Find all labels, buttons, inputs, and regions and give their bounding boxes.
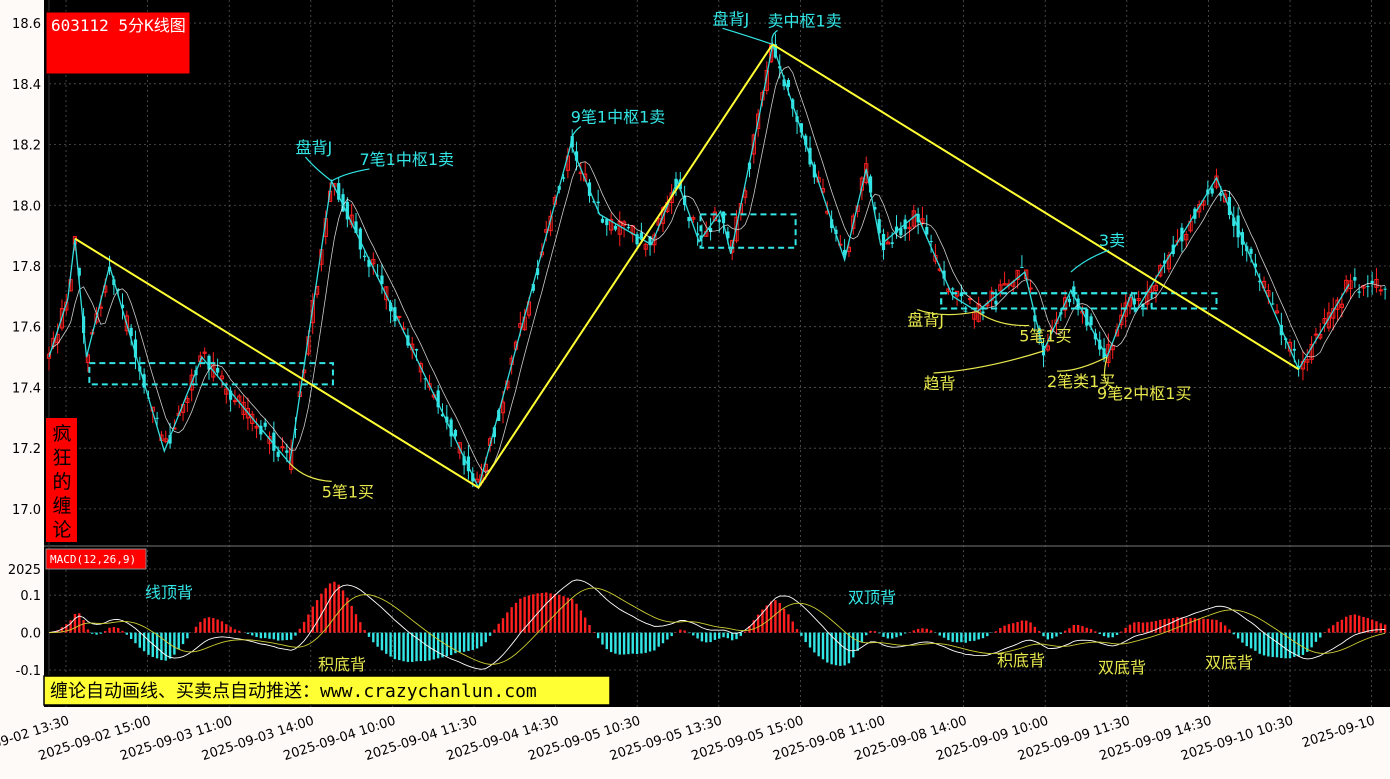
macd-annotation-label: 双顶背 — [848, 588, 896, 607]
candle-body — [1370, 280, 1374, 284]
annotation-label: 9笔1中枢1卖 — [571, 108, 666, 127]
y-tick-label: 18.0 — [12, 199, 41, 214]
macd-annotation-label: 双底背 — [1205, 653, 1253, 672]
annotation-label: 趋背 — [924, 374, 956, 393]
candle-body — [272, 432, 276, 451]
y-tick-label: 18.4 — [12, 78, 41, 93]
annotation-label: 卖中枢1卖 — [768, 11, 842, 30]
macd-y-tick-label: 0.0 — [20, 627, 41, 642]
annotation-label: 5笔1买 — [1019, 327, 1071, 346]
candle-body — [216, 367, 220, 373]
candle-body — [263, 422, 267, 427]
candle-body — [276, 451, 280, 457]
macd-annotation-label: 积底背 — [318, 655, 366, 674]
macd-title: MACD(12,26,9) — [50, 553, 136, 566]
candle-body — [363, 255, 367, 258]
y-tick-label: 17.2 — [12, 442, 41, 457]
candle-body — [981, 311, 985, 314]
y-tick-label: 17.0 — [12, 503, 41, 518]
candle-body — [1020, 266, 1024, 268]
candle-body — [1210, 188, 1214, 194]
candle-body — [1383, 288, 1387, 290]
candle-body — [1271, 303, 1275, 305]
annotation-label: 盘背J — [713, 9, 750, 28]
candle-body — [1292, 348, 1296, 351]
macd-y-tick-label: -0.1 — [16, 664, 41, 679]
candle-body — [232, 400, 238, 403]
annotation-label: 9笔2中枢1买 — [1097, 384, 1192, 403]
macd-annotation-label: 积底背 — [997, 651, 1045, 670]
y-tick-label: 18.2 — [12, 139, 41, 154]
macd-y-tick-label: 0.1 — [20, 589, 41, 604]
candle-body — [453, 429, 458, 437]
candle-body — [600, 218, 605, 223]
banner-char: 狂 — [52, 447, 71, 469]
banner-char: 缠 — [52, 495, 71, 517]
banner-char: 疯 — [52, 423, 71, 445]
candle-body — [414, 349, 419, 351]
annotation-label: 7笔1中枢1卖 — [360, 150, 455, 169]
candle-body — [1249, 248, 1253, 254]
y-tick-label: 18.6 — [12, 17, 41, 32]
candle-body — [626, 226, 631, 229]
candle-body — [1357, 291, 1361, 293]
candle-body — [1378, 289, 1383, 292]
candle-body — [929, 240, 933, 243]
candle-body — [605, 219, 609, 226]
candle-body — [951, 288, 955, 290]
candle-body — [397, 315, 402, 318]
ticker-label: 603112 5分K线图 — [51, 16, 186, 35]
candle-body — [786, 79, 791, 87]
banner-char: 的 — [52, 471, 71, 493]
banner-char: 论 — [52, 519, 71, 541]
annotation-label: 3卖 — [1099, 231, 1125, 250]
annotation-label: 5笔1买 — [322, 482, 374, 501]
candle-body — [1353, 277, 1357, 281]
macd-y-tick-label: 2025 — [8, 563, 41, 578]
y-tick-label: 17.6 — [12, 321, 41, 336]
macd-annotation-label: 线顶背 — [145, 583, 193, 602]
candle-body — [964, 310, 968, 312]
chart-stage: 18.6 18.4 18.2 18.0 17.8 17.6 17.4 17.2 17.0 2025… — [0, 0, 1390, 775]
y-tick-label: 17.8 — [12, 260, 41, 275]
y-tick-label: 17.4 — [12, 381, 41, 396]
promo-text: 缠论自动画线、买卖点自动推送：www.crazychanlun.com — [50, 681, 537, 702]
plot-bg — [44, 0, 1390, 707]
candle-body — [1089, 316, 1093, 326]
candle-body — [596, 201, 600, 204]
macd-annotation-label: 双底背 — [1098, 658, 1146, 677]
candle-body — [717, 219, 721, 223]
candle-body — [1366, 286, 1370, 288]
annotation-label: 盘背J — [907, 311, 944, 330]
candle-body — [285, 450, 289, 453]
candle-body — [613, 225, 618, 230]
candle-body — [1067, 298, 1072, 303]
annotation-label: 盘背J — [296, 138, 333, 157]
candle-body — [155, 417, 159, 419]
candle-body — [890, 242, 894, 244]
chart-svg: 18.6 18.4 18.2 18.0 17.8 17.6 17.4 17.2 17.0 2025… — [0, 0, 1390, 775]
candle-body — [1313, 333, 1319, 336]
candle-body — [994, 300, 998, 305]
